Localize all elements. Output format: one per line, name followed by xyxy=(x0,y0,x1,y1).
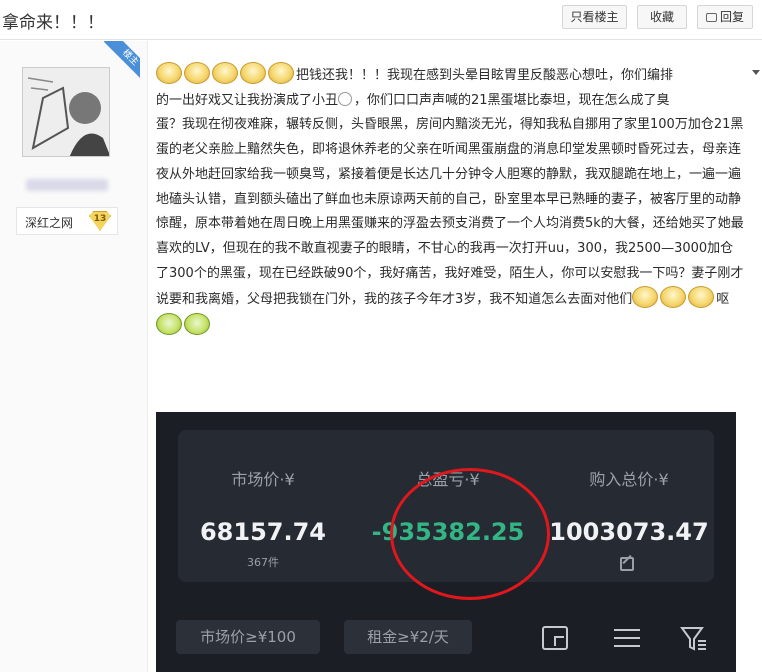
crying-emoji-icon xyxy=(240,62,266,84)
post-line: 的一出好戏又让我扮演成了小丑 xyxy=(156,92,339,108)
app-screenshot: 市场价·¥ 68157.74 367件 总盈亏·¥ -935382.25 购入总… xyxy=(156,412,736,672)
grid-view-icon[interactable] xyxy=(542,626,568,650)
op-ribbon: 楼主 xyxy=(96,41,140,85)
list-view-icon[interactable] xyxy=(614,626,640,650)
highlight-circle xyxy=(390,468,550,600)
crying-emoji-icon xyxy=(660,286,687,309)
favorite-button[interactable]: 收藏 xyxy=(637,5,687,29)
crying-emoji-icon xyxy=(268,62,294,84)
username-blurred xyxy=(26,179,108,191)
post-text: 蛋？我现在彻夜难寐，辗转反侧，头昏眼黑，房间内黯淡无光，得知我私自挪用了家里10… xyxy=(156,117,744,308)
reply-icon xyxy=(705,13,717,22)
only-op-button[interactable]: 只看楼主 xyxy=(562,5,627,29)
market-price-value: 68157.74 xyxy=(199,518,326,546)
edit-icon[interactable] xyxy=(620,557,634,571)
cost-value: 1003073.47 xyxy=(549,518,709,546)
post-end: 呕 xyxy=(716,292,730,308)
filter-icon[interactable] xyxy=(680,626,706,651)
reply-button[interactable]: 回复 xyxy=(697,5,753,29)
chevron-down-icon[interactable] xyxy=(752,70,760,75)
crying-emoji-icon xyxy=(632,286,659,309)
group-name: 深红之网 xyxy=(25,216,74,230)
item-count: 367件 xyxy=(247,556,279,569)
post-body: 把钱还我！！！我现在感到头晕目眩胃里反酸恶心想吐，你们编排 的一出好戏又让我扮演… xyxy=(156,62,746,340)
rent-filter[interactable]: 租金≥¥2/天 xyxy=(344,620,472,654)
crying-emoji-icon xyxy=(212,62,238,84)
thread-header: 拿命来！！！ 只看楼主 收藏 回复 xyxy=(0,0,762,40)
author-sidebar: 深红之网 13 xyxy=(0,41,148,672)
post-line: ，你们口口声声喊的21黑蛋堪比泰坦，现在怎么成了臭 xyxy=(354,92,670,108)
user-group: 深红之网 13 xyxy=(16,207,118,235)
crying-emoji-icon xyxy=(184,62,210,84)
crying-emoji-icon xyxy=(156,62,182,84)
vomit-emoji-icon xyxy=(156,313,182,336)
level-badge: 13 xyxy=(89,211,111,231)
cost-label: 购入总价·¥ xyxy=(589,470,669,489)
market-price-label: 市场价·¥ xyxy=(231,470,295,489)
vomit-emoji-icon xyxy=(184,313,210,336)
crying-emoji-icon xyxy=(688,286,715,309)
stats-card: 市场价·¥ 68157.74 367件 总盈亏·¥ -935382.25 购入总… xyxy=(178,430,714,600)
clown-emoji-icon xyxy=(338,91,353,106)
price-filter[interactable]: 市场价≥¥100 xyxy=(176,620,320,654)
reply-label: 回复 xyxy=(719,10,744,24)
thread-title: 拿命来！！！ xyxy=(2,13,104,33)
op-badge: 楼主 xyxy=(103,41,140,85)
post-line: 把钱还我！！！我现在感到头晕目眩胃里反酸恶心想吐，你们编排 xyxy=(296,68,674,83)
